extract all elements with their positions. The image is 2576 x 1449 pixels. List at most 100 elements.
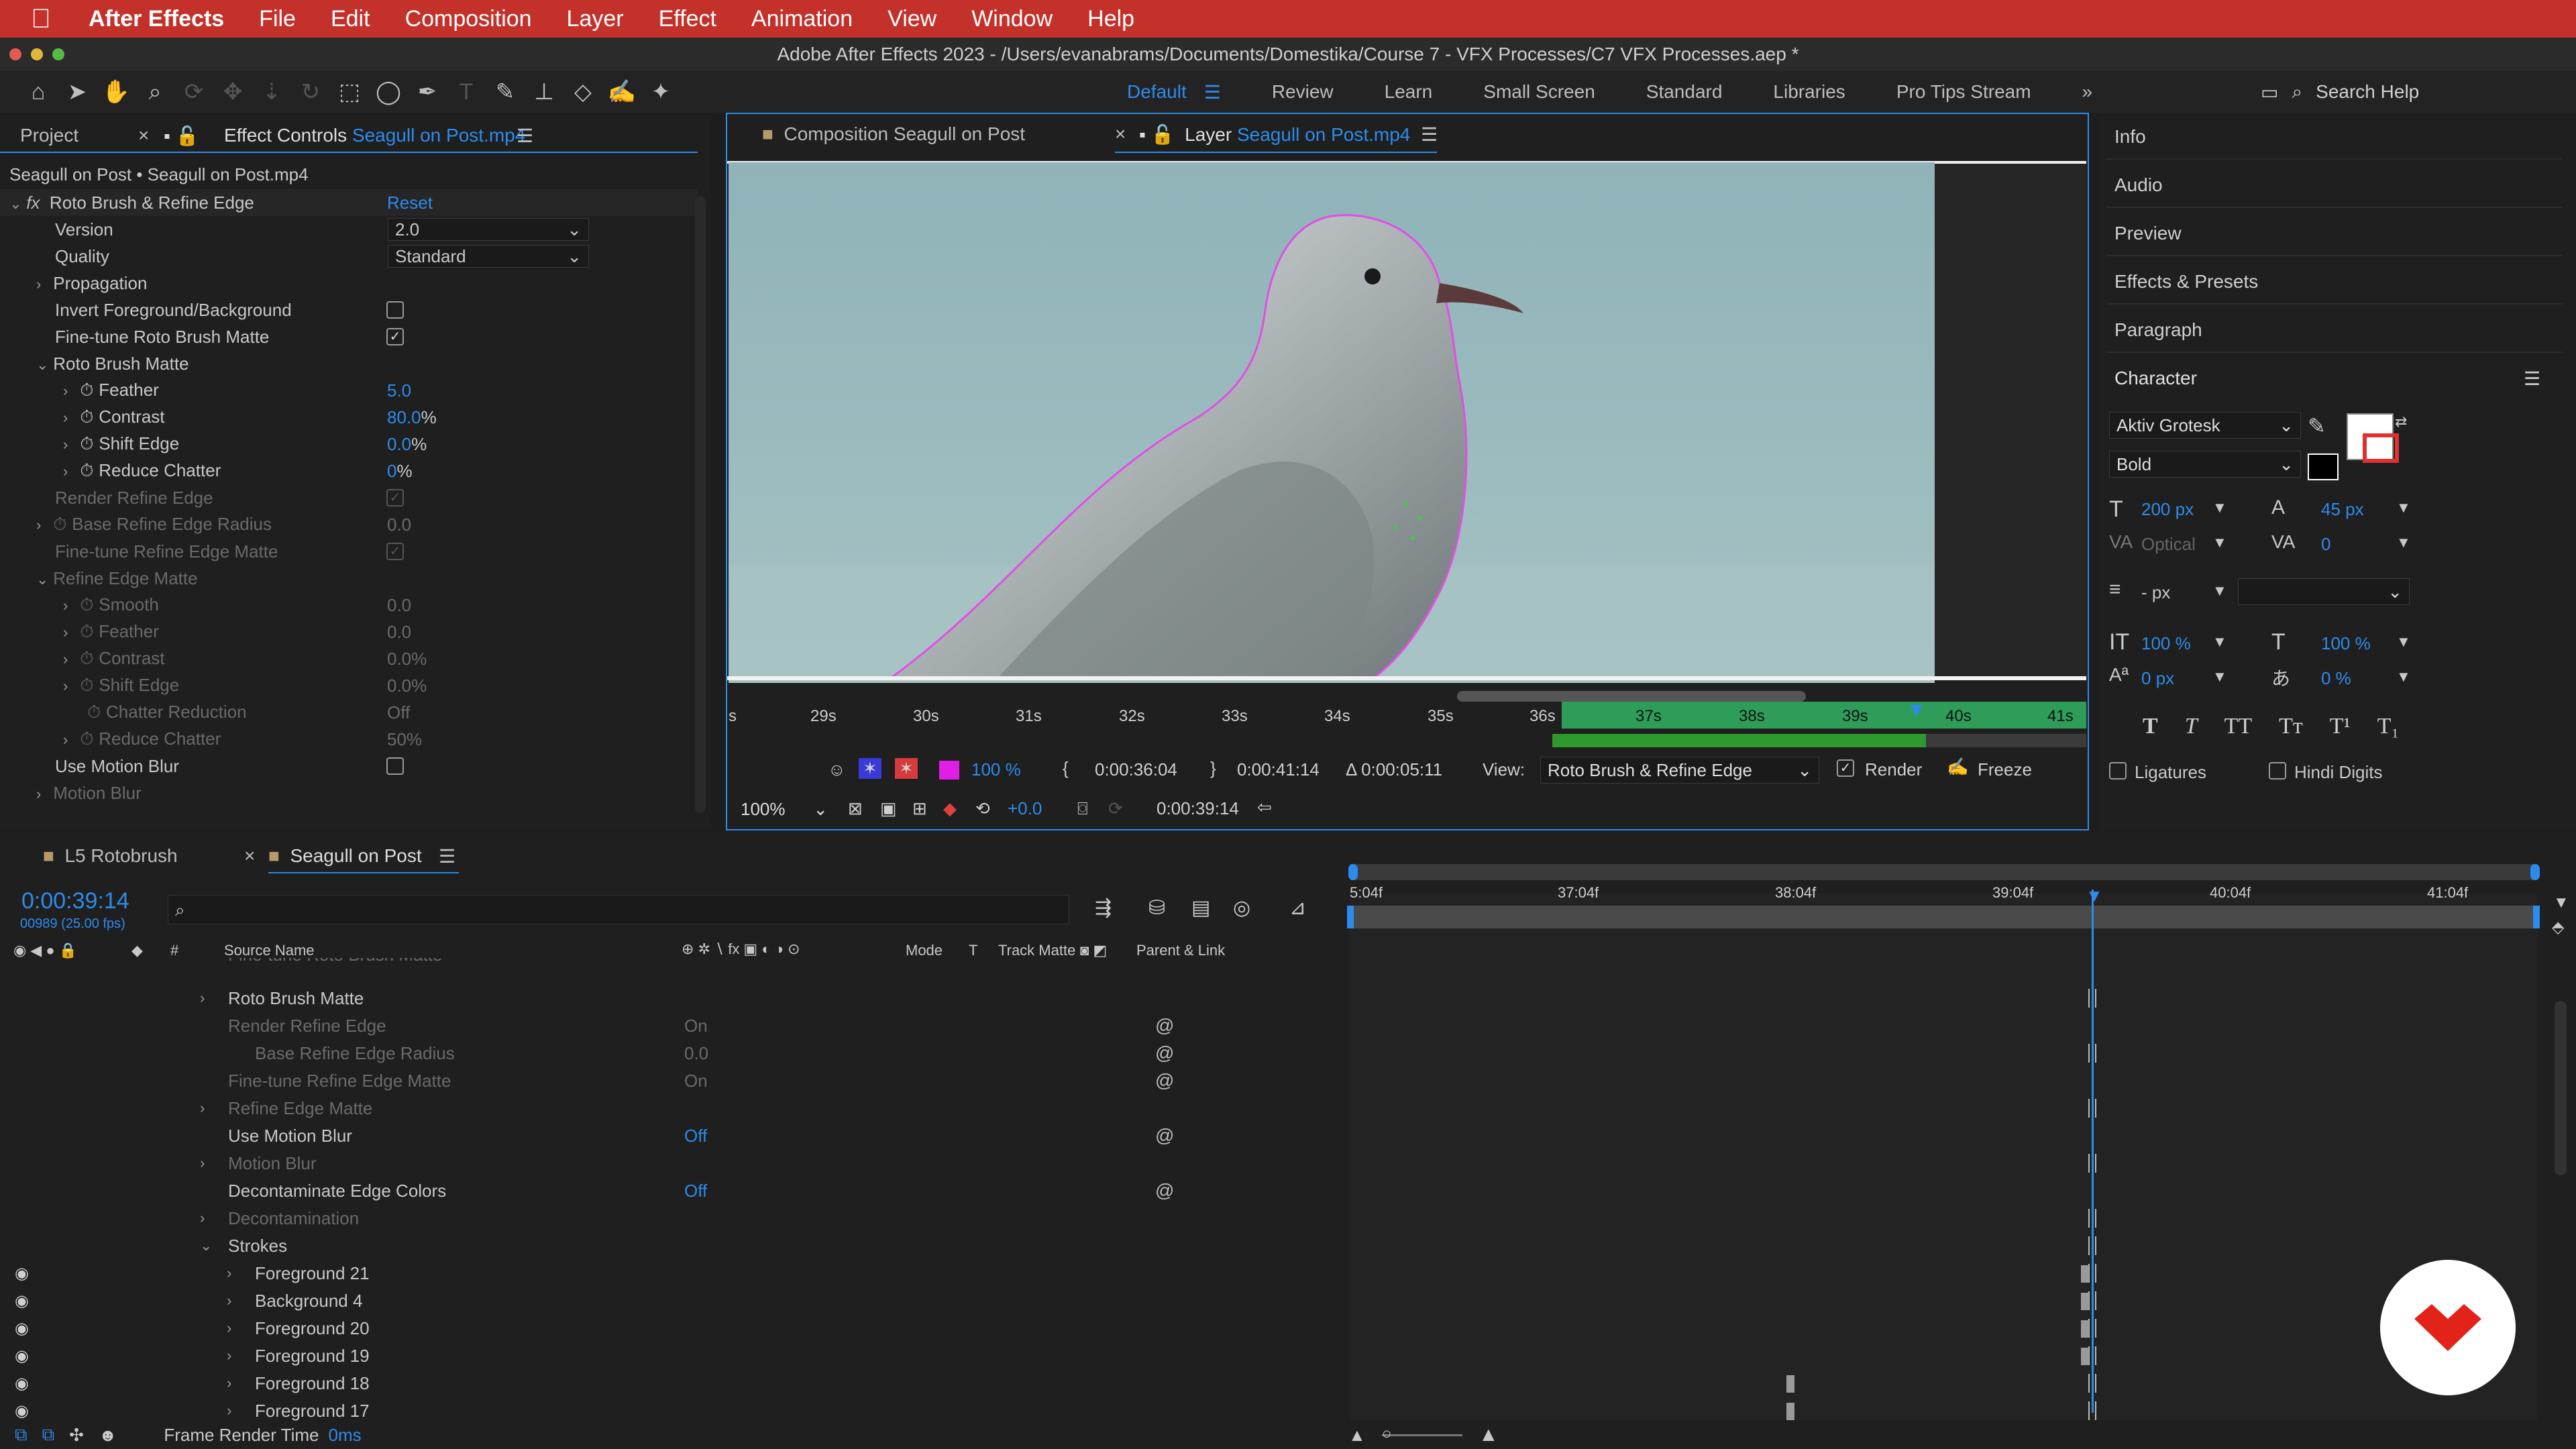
workspace-pro-tips[interactable]: Pro Tips Stream	[1896, 81, 2031, 103]
hand-tool-icon[interactable]: ✋	[97, 75, 136, 109]
in-time[interactable]: 0:00:36:04	[1095, 759, 1177, 780]
menu-view[interactable]: View	[888, 6, 936, 32]
stroke-width-value[interactable]: - px	[2141, 582, 2170, 603]
current-time-indicator[interactable]: ▼	[2086, 885, 2103, 906]
stopwatch-icon[interactable]: ⏱	[80, 675, 99, 696]
stopwatch-icon[interactable]: ⏱	[80, 594, 99, 616]
chevron-down-icon[interactable]: ▼	[2396, 668, 2411, 686]
shift-edge-value[interactable]: 0.0	[387, 434, 411, 454]
eye-icon[interactable]: ◉	[15, 1264, 29, 1283]
finetune-roto-checkbox[interactable]: ✓	[386, 328, 404, 345]
ellipse-tool-icon[interactable]: ◯	[369, 75, 408, 109]
expression-pickwhip-icon[interactable]: @	[1155, 1015, 1174, 1036]
panel-menu-icon[interactable]: ☰	[439, 845, 455, 867]
subscript-button[interactable]: T₁	[2377, 714, 2400, 739]
eraser-tool-icon[interactable]: ◇	[564, 75, 602, 109]
background-icon[interactable]: ✶	[895, 758, 918, 779]
source-name-header[interactable]: Source Name	[224, 942, 315, 959]
table-row[interactable]: › ◉ Background 4	[0, 1287, 1342, 1314]
table-row[interactable]: Render Refine Edge On @	[0, 1012, 1342, 1039]
out-time[interactable]: 0:00:41:14	[1237, 759, 1320, 780]
graph-editor-icon[interactable]: ⊿	[1289, 896, 1306, 920]
keyframe-marker[interactable]	[2088, 989, 2096, 1008]
chevron-right-icon[interactable]: ›	[36, 517, 48, 534]
font-style-dropdown[interactable]: Bold ⌄	[2109, 451, 2301, 478]
keyframe-marker[interactable]	[2088, 1099, 2096, 1118]
snapshot-icon[interactable]: ⌼	[1077, 798, 1088, 820]
pan-camera-icon[interactable]: ✥	[213, 75, 252, 109]
roto-brush-tool-icon[interactable]: ✍	[602, 75, 641, 109]
eye-icon[interactable]: ◉	[15, 1346, 29, 1366]
panel-menu-icon[interactable]: ☰	[1421, 123, 1438, 146]
overlay-color-swatch[interactable]	[939, 761, 959, 780]
row-value[interactable]: 0.0	[684, 1043, 708, 1064]
navigator-end-handle[interactable]	[2530, 864, 2540, 880]
work-area-start[interactable]	[1347, 906, 1354, 928]
render-refine-checkbox[interactable]: ✓	[386, 489, 404, 506]
chevron-down-icon[interactable]: ⌄	[36, 356, 48, 374]
refine-feather-value[interactable]: 0.0	[387, 622, 411, 643]
table-row[interactable]: › ◉ Foreground 17	[0, 1397, 1342, 1424]
shy-layers-icon[interactable]: ▤	[1191, 896, 1210, 920]
tab-project[interactable]: Project	[20, 125, 78, 146]
tab-layer[interactable]: ▪ 🔓 Layer Seagull on Post.mp4	[1139, 123, 1410, 146]
table-row[interactable]: Fine-tune Refine Edge Matte On @	[0, 1067, 1342, 1094]
chevron-down-icon[interactable]: ▼	[2212, 582, 2227, 600]
chevron-right-icon[interactable]: ›	[227, 1347, 239, 1364]
hindi-digits-checkbox[interactable]	[2269, 762, 2286, 780]
keyframe-marker[interactable]	[2088, 1319, 2096, 1338]
tsume-value[interactable]: 0 %	[2321, 668, 2351, 689]
panel-paragraph[interactable]: Paragraph	[2114, 319, 2202, 341]
panel-effects-presets[interactable]: Effects & Presets	[2114, 271, 2258, 292]
workspace-review[interactable]: Review	[1272, 81, 1334, 103]
in-point-icon[interactable]: {	[1063, 758, 1069, 779]
close-tab-icon[interactable]: ×	[244, 845, 255, 867]
view-dropdown[interactable]: Roto Brush & Refine Edge ⌄	[1540, 757, 1819, 784]
timeline-timecode[interactable]: 0:00:39:14	[21, 888, 129, 914]
swap-colors-icon[interactable]: ⇄	[2395, 413, 2407, 431]
table-row[interactable]: › Refine Edge Matte	[0, 1095, 1342, 1122]
chevron-right-icon[interactable]: ›	[227, 1402, 239, 1419]
tracking-value[interactable]: 0	[2321, 534, 2330, 555]
table-row[interactable]: › Motion Blur	[0, 1150, 1342, 1177]
no-fill-swatch[interactable]	[2308, 453, 2339, 480]
video-frame[interactable]	[729, 162, 1935, 683]
render-checkbox[interactable]: ✓	[1837, 759, 1854, 777]
faux-bold-button[interactable]: T	[2143, 714, 2158, 739]
chevron-down-icon[interactable]: ⌄	[9, 195, 21, 213]
timeline-sync-icon[interactable]: ⇦	[1257, 797, 1272, 818]
tab-composition[interactable]: ■ Composition Seagull on Post	[762, 123, 1025, 145]
chevron-right-icon[interactable]: ›	[200, 1210, 212, 1227]
overlay-opacity[interactable]: 100 %	[971, 759, 1021, 780]
zoom-tool-icon[interactable]: ⌕	[136, 75, 174, 109]
table-row[interactable]: › ◉ Foreground 19	[0, 1342, 1342, 1369]
out-point-icon[interactable]: }	[1210, 758, 1216, 779]
chevron-right-icon[interactable]: ›	[63, 409, 75, 427]
roto-person-icon[interactable]: ☺	[828, 759, 846, 780]
comp-marker-icon[interactable]: ⬘	[2552, 918, 2564, 937]
stopwatch-icon[interactable]: ⏱	[87, 702, 106, 723]
refine-contrast-value[interactable]: 0.0%	[387, 649, 427, 669]
propagation-group[interactable]: › Propagation	[36, 273, 147, 294]
contrast-value[interactable]: 80.0	[387, 407, 421, 427]
puppet-pin-icon[interactable]: ✦	[641, 75, 680, 109]
safe-zones-icon[interactable]: ▣	[880, 798, 897, 819]
zoom-window-button[interactable]	[52, 48, 64, 60]
search-help[interactable]: ▭ ⌕ Search Help	[2261, 78, 2567, 106]
mode-header[interactable]: Mode	[906, 942, 943, 959]
menu-layer[interactable]: Layer	[567, 6, 624, 32]
reduce-chatter-value[interactable]: 0	[387, 461, 396, 481]
more-workspaces-icon[interactable]: »	[2082, 81, 2093, 103]
freeze-icon[interactable]: ✍	[1947, 757, 1968, 777]
workspace-learn[interactable]: Learn	[1385, 81, 1433, 103]
stopwatch-icon[interactable]: ⏱	[80, 648, 99, 669]
expression-pickwhip-icon[interactable]: @	[1155, 1042, 1174, 1064]
zoom-slider-thumb[interactable]: ○	[1382, 1425, 1392, 1444]
timeline-ruler[interactable]: 5:04f 37:04f 38:04f 39:04f 40:04f 41:04f	[1350, 884, 2537, 906]
composition-flowchart-icon[interactable]: ⇶	[1095, 896, 1112, 920]
minimize-window-button[interactable]	[31, 48, 43, 60]
stroke-bar[interactable]	[1786, 1375, 1794, 1393]
freeze-button[interactable]: Freeze	[1978, 759, 2032, 780]
zoom-slider[interactable]	[1382, 1434, 1462, 1436]
version-dropdown[interactable]: 2.0 ⌄	[388, 218, 589, 241]
